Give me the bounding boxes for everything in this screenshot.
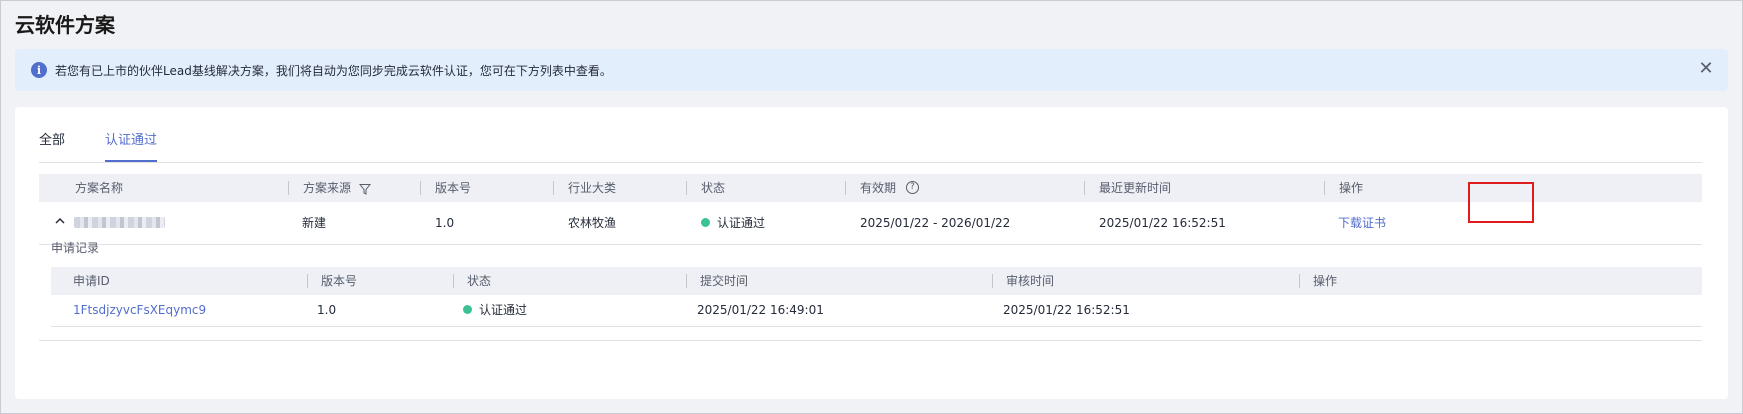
column-divider (686, 181, 687, 195)
column-divider (453, 274, 454, 288)
column-divider (307, 274, 308, 288)
column-divider (992, 274, 993, 288)
column-header-name: 方案名称 (75, 181, 124, 195)
cell-industry: 农林牧渔 (568, 216, 617, 230)
column-header-status: 状态 (701, 181, 726, 195)
column-header-reviewed: 审核时间 (1006, 274, 1055, 288)
application-records-label: 申请记录 (51, 241, 100, 255)
column-divider (288, 181, 289, 195)
column-divider (845, 181, 846, 195)
divider (39, 340, 1702, 341)
solutions-table: 方案名称 方案来源 版本号 行业大类 状态 有效期 ? 最近更新时间 操作 新建… (39, 174, 1702, 245)
cell-updated: 2025/01/22 16:52:51 (1099, 216, 1226, 230)
table-header: 方案名称 方案来源 版本号 行业大类 状态 有效期 ? 最近更新时间 操作 (39, 174, 1702, 202)
column-header-validity-label: 有效期 (860, 181, 897, 195)
close-icon[interactable]: ✕ (1696, 59, 1716, 79)
cell-version: 1.0 (435, 216, 455, 230)
column-divider (553, 181, 554, 195)
column-header-version: 版本号 (321, 274, 358, 288)
column-header-action: 操作 (1339, 181, 1364, 195)
column-header-application-id: 申请ID (73, 274, 110, 288)
filter-icon[interactable] (358, 183, 371, 195)
status-dot-icon (701, 218, 710, 227)
column-header-updated: 最近更新时间 (1099, 181, 1172, 195)
info-icon: i (31, 62, 47, 78)
status-text: 认证通过 (717, 216, 766, 230)
cell-status: 认证通过 (701, 202, 765, 244)
column-divider (1324, 181, 1325, 195)
solution-name-redacted (74, 217, 165, 228)
chevron-up-icon[interactable] (55, 216, 65, 226)
column-header-version: 版本号 (435, 181, 472, 195)
content-card: 全部 认证通过 方案名称 方案来源 版本号 行业大类 状态 有效期 ? 最近更新… (15, 107, 1728, 399)
cell-submitted: 2025/01/22 16:49:01 (697, 303, 824, 317)
tab-all[interactable]: 全部 (39, 131, 65, 161)
cell-validity: 2025/01/22 - 2026/01/22 (860, 216, 1011, 230)
column-divider (1084, 181, 1085, 195)
notice-banner: i 若您有已上市的伙伴Lead基线解决方案，我们将自动为您同步完成云软件认证，您… (15, 49, 1728, 91)
help-icon[interactable]: ? (905, 181, 919, 194)
cell-status: 认证通过 (463, 295, 527, 326)
column-divider (1299, 274, 1300, 288)
status-dot-icon (463, 305, 472, 314)
column-header-submitted: 提交时间 (700, 274, 749, 288)
notice-text: 若您有已上市的伙伴Lead基线解决方案，我们将自动为您同步完成云软件认证，您可在… (55, 63, 612, 78)
highlight-box (1468, 182, 1534, 223)
tab-bar: 全部 认证通过 (39, 131, 1702, 163)
column-divider (420, 181, 421, 195)
tab-certified[interactable]: 认证通过 (105, 131, 158, 162)
application-records-table: 申请ID 版本号 状态 提交时间 审核时间 操作 1FtsdjzyvcFsXEq… (51, 267, 1702, 327)
table-row: 1FtsdjzyvcFsXEqymc9 1.0 认证通过 2025/01/22 … (51, 295, 1702, 327)
column-header-validity: 有效期 ? (860, 174, 919, 202)
column-header-source-label: 方案来源 (303, 181, 352, 195)
table-header: 申请ID 版本号 状态 提交时间 审核时间 操作 (51, 267, 1702, 295)
column-header-source[interactable]: 方案来源 (303, 174, 371, 202)
column-header-industry: 行业大类 (568, 181, 617, 195)
table-row: 新建 1.0 农林牧渔 认证通过 2025/01/22 - 2026/01/22… (39, 202, 1702, 245)
cell-reviewed: 2025/01/22 16:52:51 (1003, 303, 1130, 317)
column-divider (686, 274, 687, 288)
page-title: 云软件方案 (15, 13, 115, 37)
column-header-status: 状态 (467, 274, 492, 288)
cell-source: 新建 (302, 216, 327, 230)
application-id-link[interactable]: 1FtsdjzyvcFsXEqymc9 (73, 295, 206, 326)
cell-version: 1.0 (317, 303, 337, 317)
column-header-action: 操作 (1313, 274, 1338, 288)
download-certificate-link[interactable]: 下载证书 (1338, 202, 1386, 244)
status-text: 认证通过 (479, 303, 528, 317)
